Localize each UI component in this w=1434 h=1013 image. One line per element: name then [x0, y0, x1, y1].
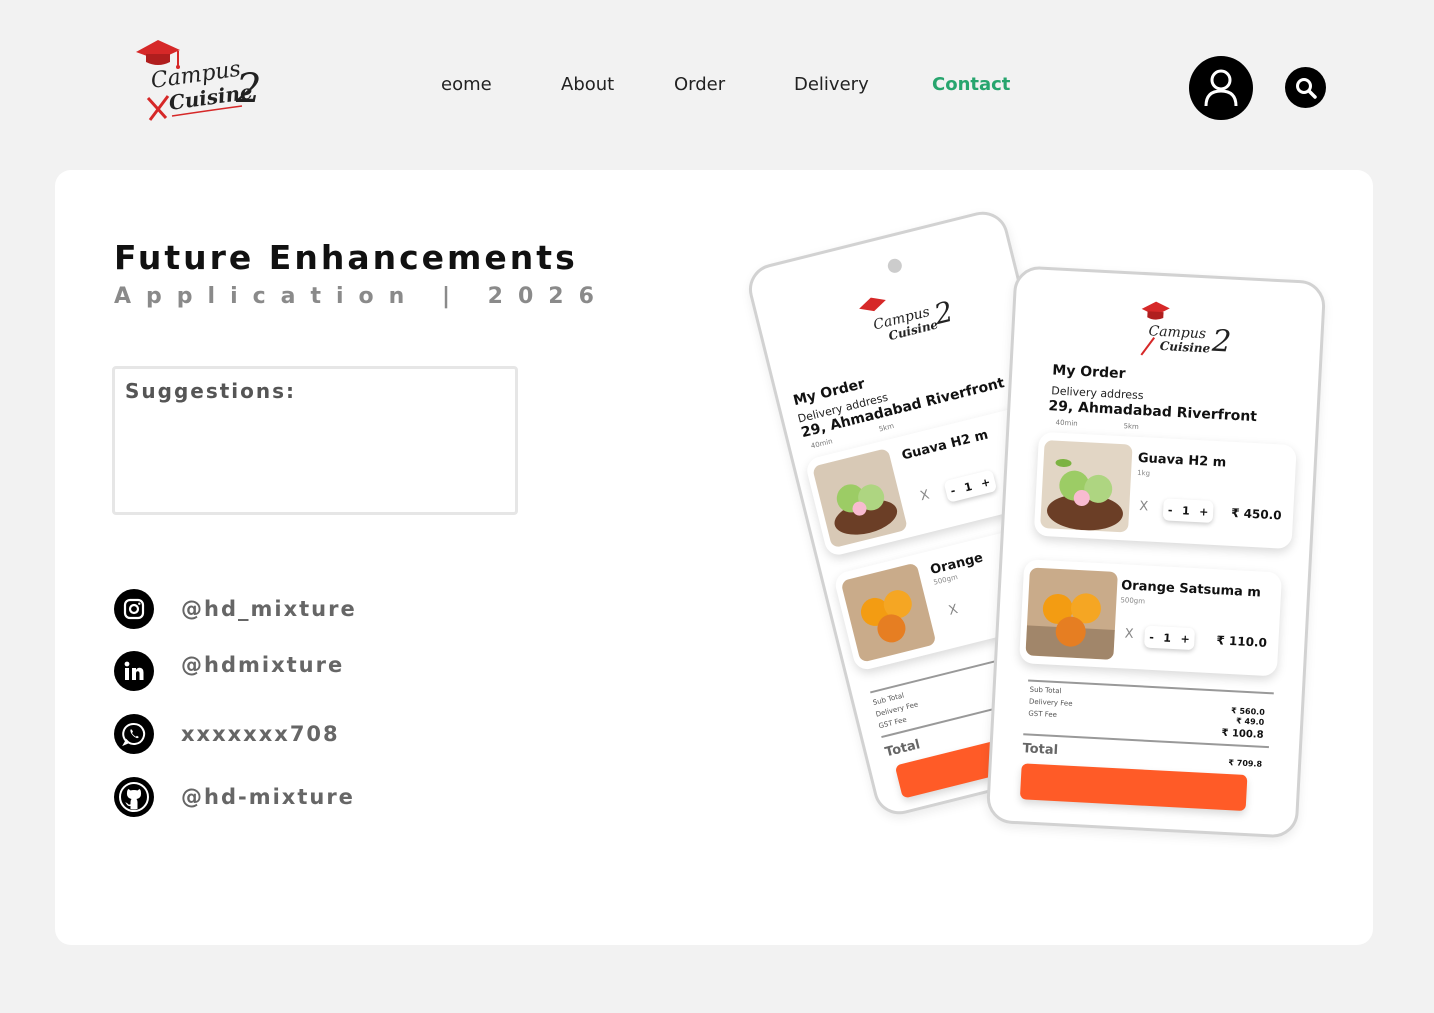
nav-home[interactable]: eome: [441, 74, 492, 95]
front-item-orange-price: ₹ 110.0: [1216, 633, 1268, 650]
gst-fee-label: GST Fee: [1028, 709, 1058, 720]
gst-fee-value: ₹ 100.8: [1221, 727, 1264, 741]
user-icon: [1204, 69, 1238, 107]
instagram-icon: [114, 589, 154, 629]
page-subtitle: Application | 2026: [114, 284, 609, 309]
orange-image: [840, 562, 937, 663]
back-item-x: X: [918, 487, 931, 505]
front-my-order: My Order: [1051, 362, 1126, 383]
summary-divider-top: [1028, 679, 1274, 695]
delivery-fee-value: ₹ 49.0: [1235, 716, 1265, 727]
qty-plus[interactable]: +: [1199, 505, 1209, 518]
delivery-fee-label: Delivery Fee: [1028, 697, 1073, 708]
front-item-orange-weight: 500gm: [1120, 596, 1146, 606]
nav-about[interactable]: About: [561, 74, 614, 95]
front-item-orange-x: X: [1124, 626, 1134, 642]
phone-notch: [886, 257, 904, 275]
qty-value: 1: [1163, 631, 1172, 645]
front-item-guava-weight: 1kg: [1136, 468, 1151, 478]
whatsapp-icon: [114, 714, 154, 754]
phone-mockup-front: Campus Cuisine 2 My Order Delivery addre…: [985, 265, 1327, 839]
nav-order[interactable]: Order: [674, 74, 725, 95]
front-item-orange[interactable]: Orange Satsuma m 500gm X - 1 + ₹ 110.0: [1019, 559, 1283, 677]
social-linkedin[interactable]: @hdmixture: [114, 651, 344, 691]
user-profile-button[interactable]: [1189, 56, 1253, 120]
svg-text:Cuisine: Cuisine: [1159, 339, 1211, 356]
front-distance: 5km: [1123, 422, 1140, 431]
back-time: 40min: [810, 437, 834, 451]
front-item-guava-price: ₹ 450.0: [1230, 505, 1282, 523]
qty-minus[interactable]: -: [1149, 630, 1154, 643]
checkout-button[interactable]: [1019, 763, 1248, 812]
total-label: Total: [1022, 741, 1059, 759]
back-item2-x: X: [947, 602, 960, 619]
back-item-name: Guava H2 m: [900, 427, 990, 464]
whatsapp-number: xxxxxxx708: [181, 722, 340, 746]
front-item-guava-x: X: [1138, 499, 1149, 515]
social-github[interactable]: @hd-mixture: [114, 777, 355, 817]
guava-image: [812, 447, 909, 549]
guava-qty-stepper[interactable]: - 1 +: [1162, 498, 1214, 523]
campus-cuisine-logo[interactable]: Campus Cuisine 2: [132, 36, 272, 126]
social-whatsapp[interactable]: xxxxxxx708: [114, 714, 340, 754]
linkedin-icon: [114, 651, 154, 691]
qty-plus[interactable]: +: [1180, 632, 1190, 645]
front-item-guava-name: Guava H2 m: [1137, 450, 1227, 471]
github-icon: [114, 777, 154, 817]
logo-number-text: 2: [235, 66, 261, 112]
instagram-handle: @hd_mixture: [181, 597, 357, 621]
front-time: 40min: [1055, 418, 1078, 428]
back-qty-stepper[interactable]: -1 +: [943, 469, 998, 503]
qty-minus[interactable]: -: [1168, 503, 1173, 516]
orange-qty-stepper[interactable]: - 1 +: [1143, 625, 1196, 651]
github-handle: @hd-mixture: [181, 785, 355, 809]
page-title: Future Enhancements: [114, 238, 578, 277]
back-distance: 5km: [877, 421, 895, 434]
suggestions-textarea[interactable]: Suggestions:: [112, 366, 518, 515]
orange-image: [1025, 567, 1118, 660]
svg-text:2: 2: [1210, 324, 1232, 360]
front-item-guava[interactable]: Guava H2 m 1kg X - 1 + ₹ 450.0: [1033, 431, 1297, 550]
suggestions-label: Suggestions:: [125, 379, 297, 403]
total-value: ₹ 709.8: [1228, 758, 1263, 769]
search-icon: [1295, 77, 1317, 99]
front-address: 29, Ahmadabad Riverfront: [1048, 398, 1258, 426]
phone-logo: Campus Cuisine 2: [852, 274, 965, 360]
social-instagram[interactable]: @hd_mixture: [114, 589, 357, 629]
sub-total-label: Sub Total: [1029, 685, 1062, 696]
nav-delivery[interactable]: Delivery: [794, 74, 869, 95]
phone-front-logo: Campus Cuisine 2: [1135, 297, 1238, 368]
linkedin-handle: @hdmixture: [181, 653, 345, 677]
guava-image: [1040, 440, 1133, 533]
qty-value: 1: [1181, 503, 1191, 518]
search-button[interactable]: [1285, 67, 1326, 108]
nav-contact[interactable]: Contact: [932, 74, 1010, 95]
